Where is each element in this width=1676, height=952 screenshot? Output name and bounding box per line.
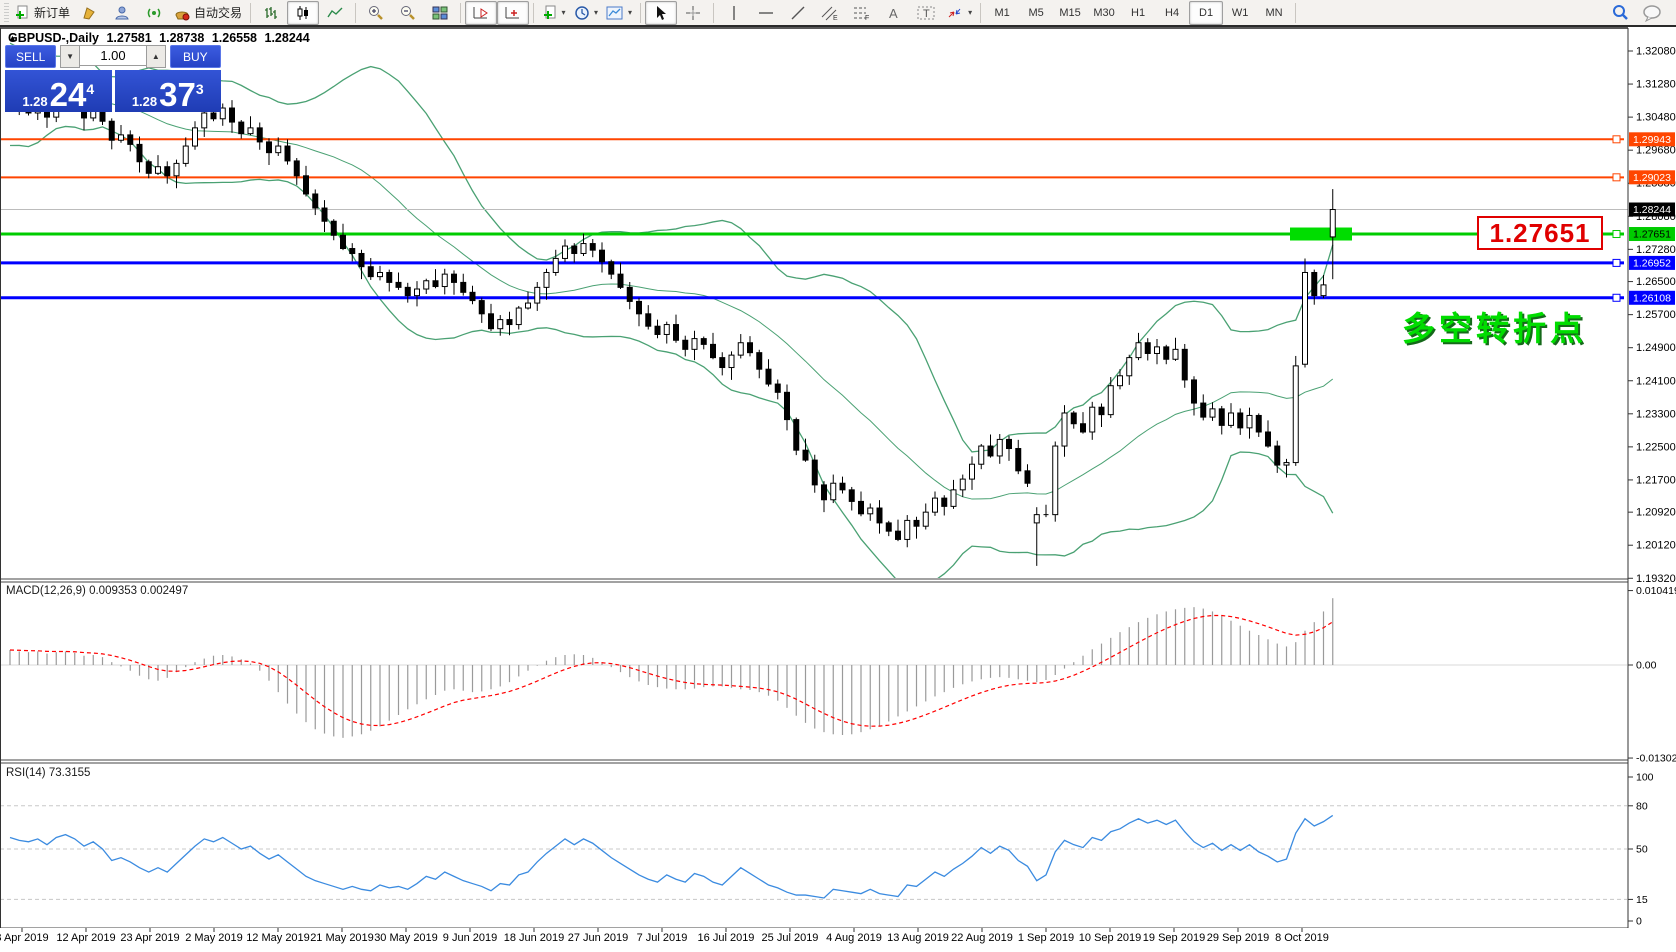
axis-tick-label: 1.30480 <box>1636 112 1676 124</box>
svg-text:1.26108: 1.26108 <box>1633 292 1671 304</box>
volume-up-button[interactable]: ▲ <box>146 45 166 68</box>
buy-button[interactable]: BUY <box>169 45 221 68</box>
mt4-window: 新订单 自动交易 ▾ ▾ ▾ E F A T ▾ M1 M5 M15 M30 H… <box>0 0 1676 952</box>
price-callout-box[interactable]: 1.27651 <box>1477 216 1603 250</box>
ohlc-low: 1.26558 <box>211 31 258 45</box>
breakout-highlight-rect[interactable] <box>1290 227 1352 241</box>
date-label: 13 Aug 2019 <box>887 932 949 944</box>
buy-price-pip: 3 <box>195 81 204 97</box>
sell-price-pip: 4 <box>86 81 95 97</box>
line-handle[interactable] <box>1612 135 1621 144</box>
time-axis[interactable]: 3 Apr 2019 12 Apr 2019 23 Apr 2019 2 May 20… <box>0 928 1676 946</box>
volume-down-button[interactable]: ▼ <box>60 45 80 68</box>
axis-tick-label: 1.22500 <box>1636 441 1676 453</box>
date-label: 7 Jul 2019 <box>637 932 688 944</box>
axis-tick-label: -0.013027 <box>1636 753 1676 765</box>
collapse-panel-arrow[interactable]: ▲ <box>8 33 17 43</box>
date-label: 2 May 2019 <box>185 932 242 944</box>
axis-tick-label: 1.19320 <box>1636 573 1676 585</box>
date-label: 3 Apr 2019 <box>0 932 49 944</box>
date-label: 4 Aug 2019 <box>826 932 882 944</box>
axis-tick-label: 0.00 <box>1636 660 1657 672</box>
date-label: 23 Apr 2019 <box>120 932 179 944</box>
buy-price-tile[interactable]: 1.28 37 3 <box>114 70 221 113</box>
date-label: 12 May 2019 <box>246 932 310 944</box>
volume-input[interactable] <box>80 45 146 66</box>
axis-tick-label: 1.29680 <box>1636 145 1676 157</box>
axis-tick-label: 80 <box>1636 800 1648 812</box>
line-handle[interactable] <box>1612 258 1621 267</box>
price-chart-panel[interactable] <box>0 28 1628 579</box>
buy-price-small: 1.28 <box>131 94 158 109</box>
axis-tick-label: 0 <box>1636 916 1642 928</box>
date-label: 29 Sep 2019 <box>1207 932 1269 944</box>
buy-price-big: 37 <box>159 75 196 113</box>
ohlc-close: 1.28244 <box>264 31 310 45</box>
axis-tick-label: 15 <box>1636 894 1648 906</box>
date-label: 22 Aug 2019 <box>951 932 1013 944</box>
sell-price-tile[interactable]: 1.28 24 4 <box>5 70 112 112</box>
ohlc-high: 1.28738 <box>159 31 205 45</box>
svg-text:1.26952: 1.26952 <box>1633 257 1671 269</box>
date-label: 19 Sep 2019 <box>1143 932 1205 944</box>
sell-price-big: 24 <box>49 75 87 113</box>
svg-text:1.29023: 1.29023 <box>1633 172 1671 184</box>
axis-tick-label: 1.20920 <box>1636 507 1676 519</box>
date-label: 8 Oct 2019 <box>1275 932 1329 944</box>
axis-tick-label: 1.26500 <box>1636 276 1676 288</box>
axis-tick-label: 1.31280 <box>1636 79 1676 91</box>
axis-tick-label: 1.32080 <box>1636 46 1676 58</box>
date-label: 25 Jul 2019 <box>762 932 819 944</box>
chart-area[interactable]: 1.320801.312801.304801.296801.288801.280… <box>0 0 1676 952</box>
rsi-label: RSI(14) 73.3155 <box>6 767 91 779</box>
sell-button[interactable]: SELL <box>5 45 57 68</box>
date-label: 12 Apr 2019 <box>56 932 115 944</box>
svg-text:1.29943: 1.29943 <box>1633 134 1671 146</box>
ohlc-open: 1.27581 <box>106 31 152 45</box>
axis-tick-label: 1.24900 <box>1636 342 1676 354</box>
axis-tick-label: 1.20120 <box>1636 540 1676 552</box>
axis-tick-label: 0.010419 <box>1636 585 1676 597</box>
date-label: 21 May 2019 <box>310 932 374 944</box>
svg-text:1.28244: 1.28244 <box>1633 204 1671 216</box>
line-handle[interactable] <box>1612 230 1621 239</box>
axis-tick-label: 100 <box>1636 772 1654 784</box>
axis-tick-label: 1.23300 <box>1636 408 1676 420</box>
chart-header: GBPUSD-,Daily 1.27581 1.28738 1.26558 1.… <box>8 31 314 45</box>
date-label: 27 Jun 2019 <box>568 932 629 944</box>
one-click-trading-panel: SELL ▼ ▲ BUY 1.28 24 4 1.28 37 3 <box>5 45 221 112</box>
symbol-period-label: GBPUSD-,Daily <box>8 31 99 45</box>
turning-point-annotation[interactable]: 多空转折点 <box>1402 302 1587 350</box>
price-axis[interactable]: 1.320801.312801.304801.296801.288801.280… <box>1627 28 1676 946</box>
date-label: 10 Sep 2019 <box>1079 932 1141 944</box>
line-handle[interactable] <box>1612 173 1621 182</box>
date-label: 30 May 2019 <box>374 932 438 944</box>
axis-tick-label: 1.27280 <box>1636 244 1676 256</box>
axis-tick-label: 1.24100 <box>1636 375 1676 387</box>
macd-panel[interactable] <box>0 582 1628 760</box>
axis-tick-label: 50 <box>1636 844 1648 856</box>
axis-tick-label: 1.21700 <box>1636 474 1676 486</box>
date-label: 18 Jun 2019 <box>504 932 565 944</box>
line-handle[interactable] <box>1612 293 1621 302</box>
rsi-panel[interactable] <box>0 763 1628 927</box>
date-label: 9 Jun 2019 <box>443 932 497 944</box>
date-label: 1 Sep 2019 <box>1018 932 1074 944</box>
macd-label: MACD(12,26,9) 0.009353 0.002497 <box>6 585 189 597</box>
sell-price-small: 1.28 <box>22 94 48 109</box>
axis-tick-label: 1.25700 <box>1636 309 1676 321</box>
date-label: 16 Jul 2019 <box>698 932 755 944</box>
svg-text:1.27651: 1.27651 <box>1633 229 1671 241</box>
